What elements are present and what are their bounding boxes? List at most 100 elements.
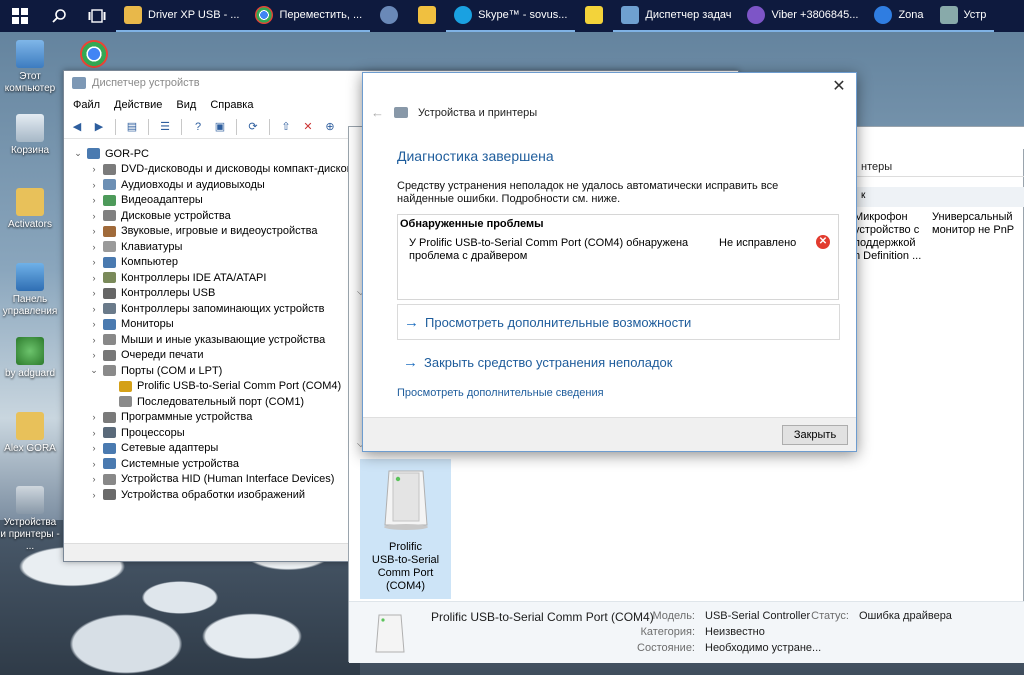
chevron-right-icon[interactable]: › [88,459,100,469]
list-icon[interactable]: ☰ [156,119,174,135]
tree-node[interactable]: › Аудиовходы и аудиовыходы [64,177,348,193]
error-icon: ✕ [816,235,830,249]
menu-action[interactable]: Действие [114,99,162,111]
user-folder-icon [16,412,44,440]
start-button[interactable] [0,0,40,32]
chevron-right-icon[interactable]: › [88,273,100,283]
task-view-icon[interactable] [78,0,116,32]
forward-arrow-icon[interactable]: ▶ [90,119,108,135]
taskbar-item-label: Переместить, ... [279,9,363,21]
desktop-icon-chrome[interactable] [64,40,124,71]
tree-node[interactable]: Последовательный порт (COM1) [64,394,348,410]
tree-node[interactable]: › Дисковые устройства [64,208,348,224]
more-options-button[interactable]: → Просмотреть дополнительные возможности [397,304,840,340]
disable-device-icon[interactable]: ✕ [299,119,317,135]
tree-node[interactable]: › Мониторы [64,317,348,333]
tree-node[interactable]: › Контроллеры IDE ATA/ATAPI [64,270,348,286]
update-driver-icon[interactable]: ⇧ [277,119,295,135]
tree-node[interactable]: › Устройства обработки изображений [64,487,348,503]
chevron-down-icon[interactable]: ⌄ [72,148,84,159]
tree-node[interactable]: › Компьютер [64,255,348,271]
tree-node[interactable]: › Контроллеры USB [64,286,348,302]
menu-help[interactable]: Справка [210,99,253,111]
chevron-right-icon[interactable]: › [88,412,100,422]
address-bar[interactable]: нтеры [857,159,1024,177]
desktop-icon-this-pc[interactable]: Этот компьютер [0,40,60,95]
taskbar-item-driver-folder[interactable]: Driver XP USB - ... [116,0,248,32]
tree-node[interactable]: ⌄ Порты (COM и LPT) [64,363,348,379]
tree-node[interactable]: › Устройства HID (Human Interface Devices… [64,472,348,488]
tree-node-label: Последовательный порт (COM1) [137,395,305,408]
taskbar-item-chrome[interactable]: Переместить, ... [247,0,371,32]
tree-node[interactable]: › Сетевые адаптеры [64,441,348,457]
tree-node[interactable]: › Звуковые, игровые и видеоустройства [64,224,348,240]
device-tile-prolific[interactable]: Prolific USB-to-Serial Comm Port (COM4) [360,459,451,599]
tree-node[interactable]: › Видеоадаптеры [64,193,348,209]
uninstall-device-icon[interactable]: ⊕ [321,119,339,135]
tree-node[interactable]: Prolific USB-to-Serial Comm Port (COM4) [64,379,348,395]
scan-hardware-icon[interactable]: ⟳ [244,119,262,135]
chevron-right-icon[interactable]: › [88,180,100,190]
chevron-right-icon[interactable]: › [88,350,100,360]
close-button[interactable]: Закрыть [782,425,848,445]
details-link[interactable]: Просмотреть дополнительные сведения [397,387,604,399]
chevron-right-icon[interactable]: › [88,195,100,205]
problem-description: У Prolific USB-to-Serial Comm Port (COM4… [409,237,689,262]
tree-node[interactable]: › Очереди печати [64,348,348,364]
taskbar-item-app-3[interactable] [370,0,408,32]
taskbar-item-zona[interactable]: Zona [866,0,932,32]
desktop-icon-adguard[interactable]: by adguard [0,337,60,380]
search-icon[interactable] [40,0,78,32]
taskbar-item-viber[interactable]: Viber +3806845... [739,0,867,32]
chevron-right-icon[interactable]: › [88,474,100,484]
tree-node-label: Мыши и иные указывающие устройства [121,333,326,346]
tree-node[interactable]: › Клавиатуры [64,239,348,255]
menu-file[interactable]: Файл [73,99,100,111]
taskbar-item-app-6[interactable] [575,0,613,32]
chevron-right-icon[interactable]: › [88,211,100,221]
chevron-right-icon[interactable]: › [88,304,100,314]
chevron-right-icon[interactable]: › [88,335,100,345]
chevron-down-icon[interactable]: ⌄ [88,365,100,376]
taskbar-item-skype[interactable]: Skype™ - sovus... [446,0,576,32]
taskbar-item-task-manager[interactable]: Диспетчер задач [613,0,740,32]
close-troubleshooter-button[interactable]: → Закрыть средство устранения неполадок [397,344,840,380]
taskbar-item-app-4[interactable] [408,0,446,32]
window-title: Диспетчер устройств [92,77,200,89]
chevron-right-icon[interactable]: › [88,288,100,298]
taskbar-item-devices[interactable]: Устр [931,0,995,32]
device-category-icon [103,365,116,377]
chevron-right-icon[interactable]: › [88,428,100,438]
chevron-right-icon[interactable]: › [88,490,100,500]
help-icon[interactable]: ? [189,119,207,135]
horizontal-scrollbar[interactable] [64,543,348,561]
device-category-icon [119,396,132,408]
tree-node[interactable]: ⌄ GOR-PC [64,146,348,162]
tree-node[interactable]: › Программные устройства [64,410,348,426]
tree-node[interactable]: › DVD-дисководы и дисководы компакт-диско… [64,162,353,178]
tree-node[interactable]: › Мыши и иные указывающие устройства [64,332,348,348]
tree-node-label: Контроллеры USB [121,287,216,300]
desktop-icon-control-panel[interactable]: Панель управления [0,263,60,318]
device-view-icon[interactable]: ▣ [211,119,229,135]
chevron-right-icon[interactable]: › [88,443,100,453]
tree-node[interactable]: › Контроллеры запоминающих устройств [64,301,348,317]
back-arrow-icon[interactable]: ◀ [68,119,86,135]
desktop-icon-alex-gora[interactable]: Alex GORA [0,412,60,455]
chevron-right-icon[interactable]: › [88,164,100,174]
properties-icon[interactable]: ▤ [123,119,141,135]
device-generic-monitor[interactable]: Универсальный монитор не PnP [932,211,1024,237]
chevron-right-icon[interactable]: › [88,242,100,252]
device-microphone[interactable]: Микрофон устройство с поддержкой h Defin… [854,211,934,263]
chevron-right-icon[interactable]: › [88,226,100,236]
desktop-icon-recycle-bin[interactable]: Корзина [0,114,60,157]
chevron-right-icon[interactable]: › [88,257,100,267]
tree-node[interactable]: › Процессоры [64,425,348,441]
desktop-icon-activators[interactable]: Activators [0,188,60,231]
close-icon[interactable]: ✕ [828,77,850,97]
back-arrow-icon[interactable]: ← [371,105,384,120]
desktop-icon-devices-printers[interactable]: Устройства и принтеры - ... [0,486,60,553]
chevron-right-icon[interactable]: › [88,319,100,329]
tree-node[interactable]: › Системные устройства [64,456,348,472]
menu-view[interactable]: Вид [176,99,196,111]
